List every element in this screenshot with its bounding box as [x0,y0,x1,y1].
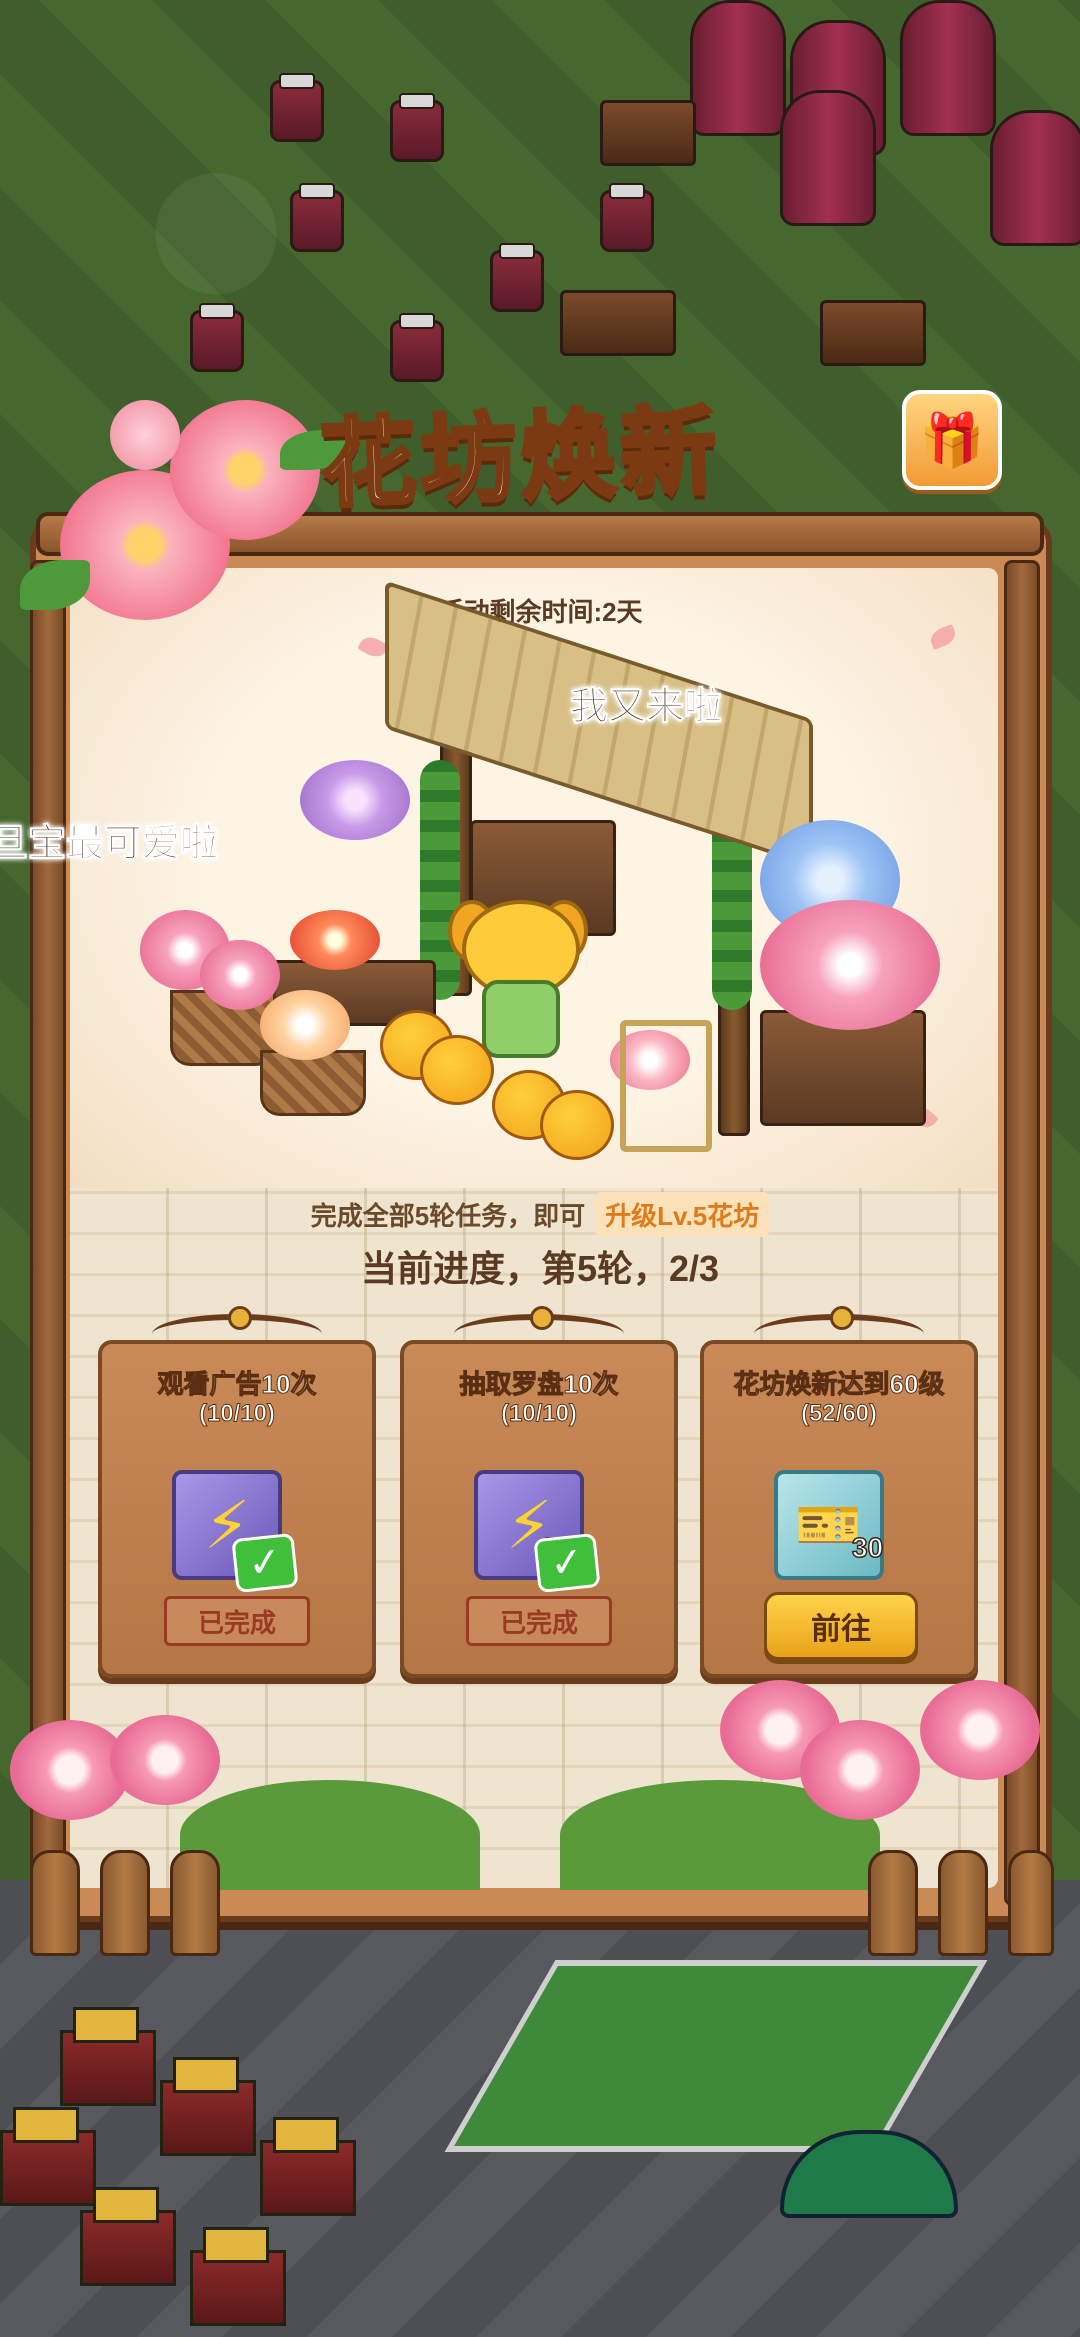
barrel [690,0,786,136]
card-hanger [152,1306,322,1354]
gift-crate [0,2107,96,2206]
task-title: 抽取罗盘10次 [459,1369,619,1400]
jar [290,183,344,252]
gift-crate [60,2007,156,2106]
peony-flower [170,400,320,540]
task-progress: (10/10) [198,1400,276,1428]
fence-post [938,1850,988,1956]
checkmark-icon: ✓ [533,1532,601,1594]
fence-post [170,1850,220,1956]
gift-crate [190,2227,286,2326]
lily-flower [110,1715,220,1805]
fence-post [1008,1850,1054,1956]
crate [820,300,926,366]
checkmark-icon: ✓ [231,1532,299,1594]
grass [180,1780,480,1890]
gift-icon[interactable]: 🎁 [902,390,1002,490]
task-title: 观看广告10次 [157,1369,317,1400]
task-title: 花坊焕新达到60级 [733,1369,945,1400]
task-progress: (10/10) [500,1400,578,1428]
goal-highlight: 升级Lv.5花坊 [595,1192,770,1237]
jar [190,303,244,372]
flower-bunch [760,900,940,1030]
fence-post [30,1850,80,1956]
go-button[interactable]: 前往 [764,1592,918,1660]
basket [260,1050,366,1116]
card-hanger [754,1306,924,1354]
jar [490,243,544,312]
goal-line: 完成全部5轮任务，即可 升级Lv.5花坊 [0,1192,1080,1237]
gift-crate [260,2117,356,2216]
task-progress: (52/60) [800,1400,878,1428]
orchid [300,760,410,840]
crate [600,100,696,166]
flower-bunch [260,990,350,1060]
jar [270,73,324,142]
lily-flower [800,1720,920,1820]
completed-stamp: 已完成 [466,1596,612,1646]
fence-post [868,1850,918,1956]
lily-flower [920,1680,1040,1780]
barrel [990,110,1080,246]
dog-body [482,980,560,1058]
jar [390,93,444,162]
reward-quantity: 30 [851,1531,884,1564]
task-card-compass: 抽取罗盘10次 (10/10) ⚡ 5 ✓ 已完成 [400,1306,678,1678]
flower-bunch [200,940,280,1010]
task-card-ads: 观看广告10次 (10/10) ⚡ 10 ✓ 已完成 [98,1306,376,1678]
barrel [900,0,996,136]
speech-bubble-left: 旦宝最可爱啦 [0,823,219,866]
chick [540,1090,614,1160]
speech-bubble-dog: 我又来啦 [569,686,723,729]
flower-bunch [290,910,380,970]
card-hanger [454,1306,624,1354]
fence-post [100,1850,150,1956]
barrel [780,90,876,226]
jar [390,313,444,382]
peony-bud [110,400,180,470]
gift-crate [80,2187,176,2286]
chick [420,1035,494,1105]
gift-crate [160,2057,256,2156]
bamboo-chair [620,1020,712,1152]
goal-text: 完成全部5轮任务，即可 [310,1201,586,1231]
round-progress: 当前进度，第5轮，2/3 [360,1248,720,1289]
event-timer: 活动剩余时间:2天 [437,597,643,627]
event-title: 花坊焕新 [317,396,724,521]
crate [560,290,676,356]
jar [600,183,654,252]
task-card-level: 花坊焕新达到60级 (52/60) 🎫 30 前往 [700,1306,978,1678]
completed-stamp: 已完成 [164,1596,310,1646]
